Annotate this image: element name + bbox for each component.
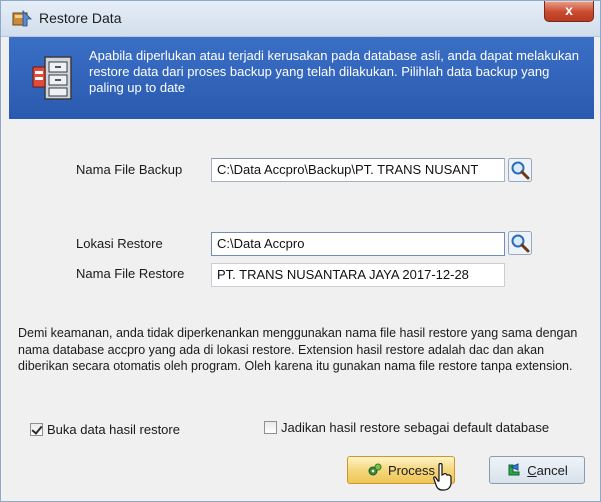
cancel-label: Cancel [527,462,568,478]
restore-app-icon [12,10,32,27]
restore-location-field[interactable]: C:\Data Accpro [211,232,505,256]
location-browse-search-icon[interactable] [508,231,532,255]
title-bar[interactable]: Restore Data x [1,1,600,37]
default-db-label: Jadikan hasil restore sebagai default da… [281,420,550,435]
banner-description: Apabila diperlukan atau terjadi kerusaka… [89,48,580,95]
default-db-check-box[interactable] [264,421,277,434]
open-result-checkbox[interactable]: Buka data hasil restore [30,422,180,437]
open-result-label: Buka data hasil restore [47,422,180,437]
open-result-check-box[interactable] [30,423,43,436]
mouse-cursor-icon [433,463,452,491]
file-cabinet-restore-icon [32,56,72,100]
restore-filename-label: Nama File Restore [76,266,185,281]
close-icon: x [565,2,573,18]
info-banner: Apabila diperlukan atau terjadi kerusaka… [9,37,594,119]
default-db-checkbox[interactable]: Jadikan hasil restore sebagai default da… [264,420,549,435]
restore-location-label: Lokasi Restore [76,236,163,251]
cancel-button[interactable]: Cancel [489,456,585,484]
backup-file-label: Nama File Backup [76,162,183,177]
process-gear-icon [368,463,382,476]
restore-data-dialog: Restore Data x Apabila diperlukan atau t… [0,0,601,502]
security-notice: Demi keamanan, anda tidak diperkenankan … [18,326,578,373]
restore-filename-field[interactable]: PT. TRANS NUSANTARA JAYA 2017-12-28 [211,263,505,287]
close-button[interactable]: x [544,1,594,22]
process-label: Process [388,462,435,478]
window-title: Restore Data [39,10,122,26]
cancel-arrow-icon [508,463,520,476]
backup-browse-search-icon[interactable] [508,158,532,182]
backup-file-field[interactable]: C:\Data Accpro\Backup\PT. TRANS NUSANT [211,158,505,182]
